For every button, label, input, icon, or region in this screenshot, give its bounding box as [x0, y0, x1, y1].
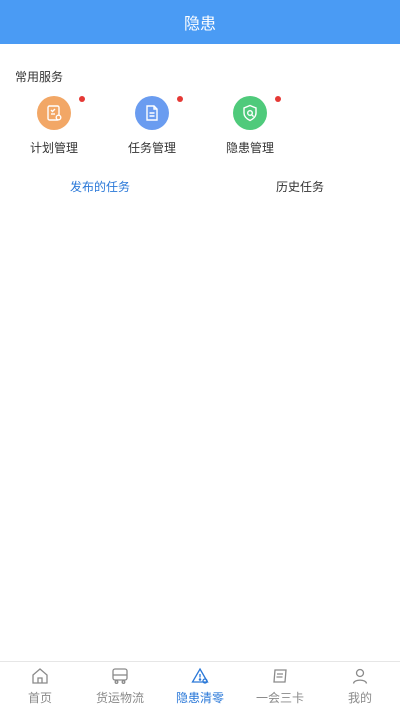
- services-grid: 计划管理 任务管理 隐患管理: [0, 96, 300, 166]
- cards-icon: [273, 669, 287, 683]
- warning-icon: [191, 667, 209, 684]
- nav-one-meeting-three-cards[interactable]: 一会三卡: [240, 662, 320, 712]
- task-tabs: 发布的任务 历史任务: [0, 172, 400, 200]
- truck-icon: [112, 668, 128, 684]
- task-icon: [135, 96, 169, 130]
- nav-hazard-clearing[interactable]: 隐患清零: [160, 662, 240, 712]
- nav-freight-logistics[interactable]: 货运物流: [80, 662, 160, 712]
- section-title: 常用服务: [15, 70, 64, 84]
- home-icon: [32, 668, 48, 684]
- notification-dot: [79, 96, 85, 102]
- service-plan-management[interactable]: 计划管理: [14, 96, 94, 162]
- notification-dot: [275, 96, 281, 102]
- nav-mine[interactable]: 我的: [320, 662, 400, 712]
- nav-label: 隐患清零: [175, 691, 224, 705]
- service-label: 任务管理: [127, 141, 176, 155]
- service-label: 计划管理: [29, 141, 78, 155]
- nav-home[interactable]: 首页: [0, 662, 80, 712]
- nav-label: 一会三卡: [255, 691, 304, 705]
- nav-label: 货运物流: [95, 691, 144, 705]
- hazard-shield-icon: [233, 96, 267, 130]
- app-header: 隐患: [0, 0, 400, 44]
- bottom-nav: 首页 货运物流 隐患清零 一会三卡 我的: [0, 661, 400, 712]
- service-label: 隐患管理: [225, 141, 274, 155]
- tab-history-tasks[interactable]: 历史任务: [200, 172, 400, 200]
- nav-label: 首页: [27, 691, 52, 705]
- user-icon: [352, 668, 368, 684]
- notification-dot: [177, 96, 183, 102]
- page-title: 隐患: [183, 14, 216, 33]
- nav-label: 我的: [347, 691, 372, 705]
- plan-icon: [37, 96, 71, 130]
- tab-published-tasks[interactable]: 发布的任务: [0, 172, 200, 200]
- service-task-management[interactable]: 任务管理: [112, 96, 192, 162]
- service-hazard-management[interactable]: 隐患管理: [210, 96, 290, 162]
